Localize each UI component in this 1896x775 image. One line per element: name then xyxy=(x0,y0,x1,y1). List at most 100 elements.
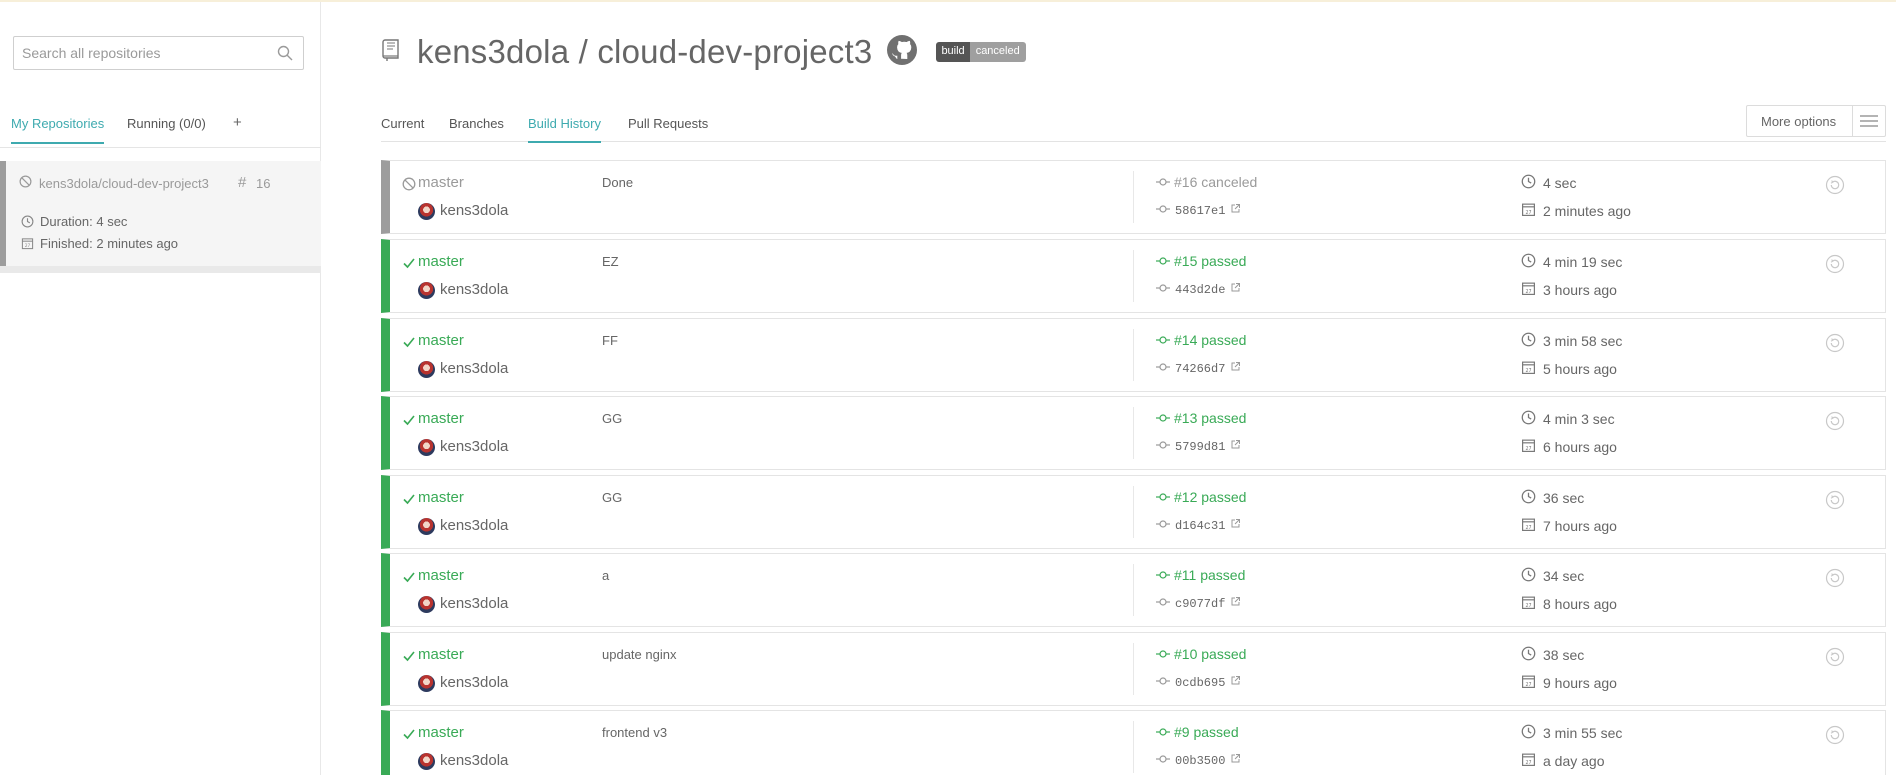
build-row[interactable]: master kens3dola update nginx #10 passed 0cd… xyxy=(381,632,1886,706)
build-row[interactable]: master kens3dola a #11 passed c9077df 34 sec 2… xyxy=(381,553,1886,627)
build-number-text: #14 passed xyxy=(1174,332,1247,348)
branch-name[interactable]: master xyxy=(418,567,464,584)
external-link-icon[interactable] xyxy=(1230,753,1241,768)
repo-card[interactable]: kens3dola/cloud-dev-project3 # 16 Durati… xyxy=(0,161,321,273)
build-finished: 27 7 hours ago xyxy=(1521,517,1617,535)
search-input[interactable] xyxy=(14,37,264,69)
external-link-icon[interactable] xyxy=(1230,518,1241,533)
calendar-icon: 27 xyxy=(1521,438,1536,456)
build-duration: 4 min 3 sec xyxy=(1521,410,1615,428)
column-divider xyxy=(1133,250,1134,302)
external-link-icon[interactable] xyxy=(1230,361,1241,376)
svg-text:27: 27 xyxy=(25,243,31,248)
commit-sha-link[interactable]: d164c31 xyxy=(1156,518,1241,533)
restart-build-icon[interactable] xyxy=(1825,725,1845,750)
commit-sha-link[interactable]: 0cdb695 xyxy=(1156,675,1241,690)
commit-sha: 74266d7 xyxy=(1175,361,1226,376)
external-link-icon[interactable] xyxy=(1230,203,1241,218)
clock-icon xyxy=(1521,646,1536,664)
finished-text: 7 hours ago xyxy=(1543,518,1617,534)
build-row[interactable]: master kens3dola FF #14 passed 74266d7 3 min … xyxy=(381,318,1886,392)
branch-name[interactable]: master xyxy=(418,174,464,191)
column-divider xyxy=(1133,486,1134,538)
external-link-icon[interactable] xyxy=(1230,282,1241,297)
build-row[interactable]: master kens3dola GG #12 passed d164c31 36 sec… xyxy=(381,475,1886,549)
sidebar: My Repositories Running (0/0) + kens3dol… xyxy=(0,2,321,775)
branch-name[interactable]: master xyxy=(418,489,464,506)
build-row[interactable]: master kens3dola GG #13 passed 5799d81 4 min … xyxy=(381,396,1886,470)
tab-current[interactable]: Current xyxy=(381,116,424,131)
build-row[interactable]: master kens3dola EZ #15 passed 443d2de 4 min … xyxy=(381,239,1886,313)
finished-text: 9 hours ago xyxy=(1543,675,1617,691)
build-number-link[interactable]: #16 canceled xyxy=(1156,174,1257,190)
commit-sha: 0cdb695 xyxy=(1175,675,1226,690)
build-number-link[interactable]: #11 passed xyxy=(1156,567,1245,583)
tab-build-history[interactable]: Build History xyxy=(528,116,601,143)
check-icon xyxy=(402,492,416,511)
hamburger-icon[interactable] xyxy=(1851,106,1885,136)
svg-text:27: 27 xyxy=(1525,760,1531,766)
build-row[interactable]: master kens3dola frontend v3 #9 passed 00b35… xyxy=(381,710,1886,775)
repo-name-link[interactable]: kens3dola/cloud-dev-project3 xyxy=(39,176,209,191)
tab-branches[interactable]: Branches xyxy=(449,116,504,131)
build-finished: 27 6 hours ago xyxy=(1521,438,1617,456)
build-number-link[interactable]: #13 passed xyxy=(1156,410,1246,426)
calendar-icon: 27 xyxy=(1521,595,1536,613)
external-link-icon[interactable] xyxy=(1230,675,1241,690)
restart-build-icon[interactable] xyxy=(1825,411,1845,436)
calendar-icon: 27 xyxy=(1521,517,1536,535)
branch-name[interactable]: master xyxy=(418,646,464,663)
repo-finished: 27 Finished: 2 minutes ago xyxy=(21,236,178,251)
build-number-link[interactable]: #14 passed xyxy=(1156,332,1246,348)
repo-build-number[interactable]: 16 xyxy=(256,176,270,191)
build-number-link[interactable]: #15 passed xyxy=(1156,253,1246,269)
branch-name[interactable]: master xyxy=(418,253,464,270)
author-name: kens3dola xyxy=(440,360,509,377)
commit-sha-link[interactable]: 443d2de xyxy=(1156,282,1241,297)
tab-pull-requests[interactable]: Pull Requests xyxy=(628,116,708,131)
add-repository-button[interactable]: + xyxy=(233,114,242,131)
build-finished: 27 2 minutes ago xyxy=(1521,202,1631,220)
commit-sha-link[interactable]: c9077df xyxy=(1156,596,1241,611)
canceled-icon xyxy=(19,175,32,193)
external-link-icon[interactable] xyxy=(1230,439,1241,454)
tab-running[interactable]: Running (0/0) xyxy=(127,116,206,131)
branch-name[interactable]: master xyxy=(418,332,464,349)
build-number-text: #16 canceled xyxy=(1174,174,1258,190)
restart-build-icon[interactable] xyxy=(1825,568,1845,593)
build-finished: 27 a day ago xyxy=(1521,752,1605,770)
finished-text: 3 hours ago xyxy=(1543,282,1617,298)
duration-text: 34 sec xyxy=(1543,568,1585,584)
clock-icon xyxy=(21,215,34,228)
restart-build-icon[interactable] xyxy=(1825,175,1845,200)
finished-text: 2 minutes ago xyxy=(1543,203,1631,219)
external-link-icon[interactable] xyxy=(1230,596,1241,611)
branch-name[interactable]: master xyxy=(418,724,464,741)
tab-my-repositories[interactable]: My Repositories xyxy=(11,116,105,144)
commit-sha-link[interactable]: 5799d81 xyxy=(1156,439,1241,454)
restart-build-icon[interactable] xyxy=(1825,490,1845,515)
clock-icon xyxy=(1521,253,1536,271)
badge-label: build xyxy=(936,42,970,62)
build-number-link[interactable]: #9 passed xyxy=(1156,724,1239,740)
avatar xyxy=(418,439,435,456)
branch-name[interactable]: master xyxy=(418,410,464,427)
github-icon[interactable] xyxy=(886,34,918,71)
commit-sha-link[interactable]: 74266d7 xyxy=(1156,361,1241,376)
calendar-icon: 27 xyxy=(1521,752,1536,770)
restart-build-icon[interactable] xyxy=(1825,254,1845,279)
more-options-label: More options xyxy=(1761,113,1837,129)
build-number-link[interactable]: #12 passed xyxy=(1156,489,1246,505)
restart-build-icon[interactable] xyxy=(1825,647,1845,672)
commit-icon xyxy=(1156,362,1170,376)
restart-build-icon[interactable] xyxy=(1825,333,1845,358)
commit-sha-link[interactable]: 58617e1 xyxy=(1156,203,1241,218)
build-status-badge[interactable]: build canceled xyxy=(936,42,1026,62)
build-row[interactable]: master kens3dola Done #16 canceled 58617e1 4 … xyxy=(381,160,1886,234)
build-number-link[interactable]: #10 passed xyxy=(1156,646,1246,662)
commit-icon xyxy=(1156,597,1170,611)
more-options-button[interactable]: More options xyxy=(1746,105,1886,137)
search-icon[interactable] xyxy=(277,45,293,66)
build-number-text: #9 passed xyxy=(1174,724,1239,740)
commit-sha-link[interactable]: 00b3500 xyxy=(1156,753,1241,768)
